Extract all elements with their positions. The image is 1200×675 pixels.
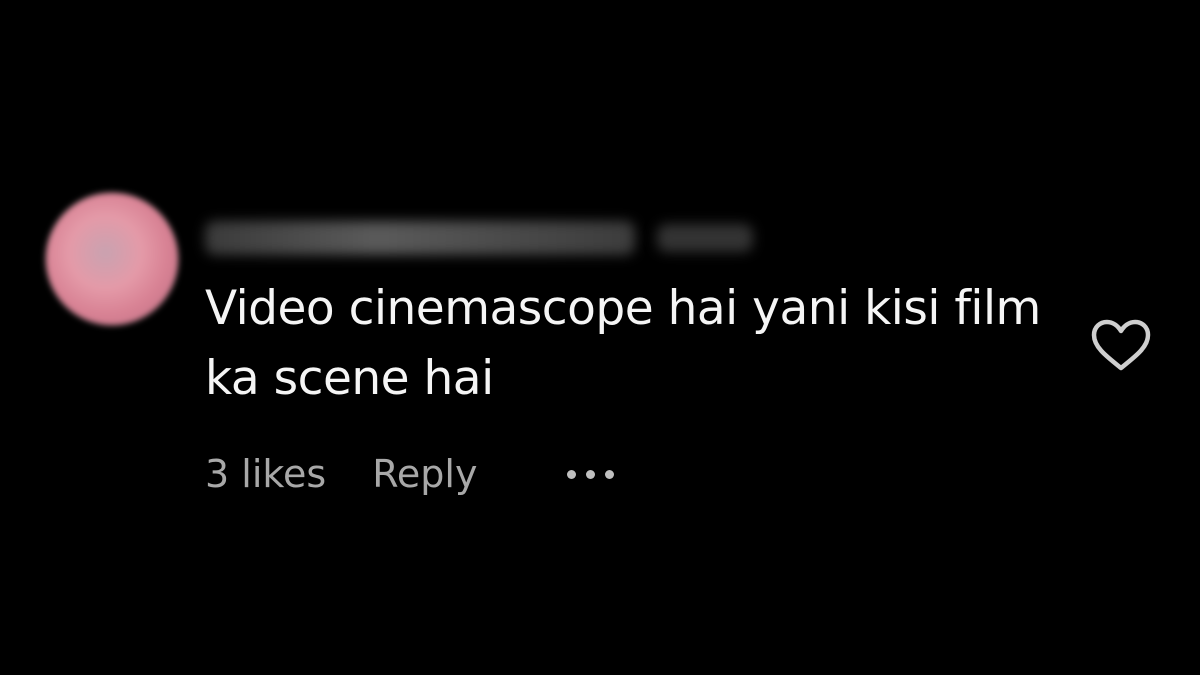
avatar[interactable] [46,193,178,325]
username-redacted[interactable] [205,221,635,255]
reply-button[interactable]: Reply [372,452,477,496]
comment-item: Video cinemascope hai yani kisi film ka … [0,0,1200,675]
likes-count[interactable]: 3 likes [205,452,326,496]
heart-icon[interactable] [1090,318,1152,374]
dot [605,469,615,479]
dot [586,469,596,479]
dot [567,469,577,479]
comment-header [205,215,753,261]
timestamp-redacted [657,224,753,252]
more-options-icon[interactable] [567,469,615,479]
comment-text: Video cinemascope hai yani kisi film ka … [205,281,1041,406]
comment-actions: 3 likes Reply [205,446,615,502]
